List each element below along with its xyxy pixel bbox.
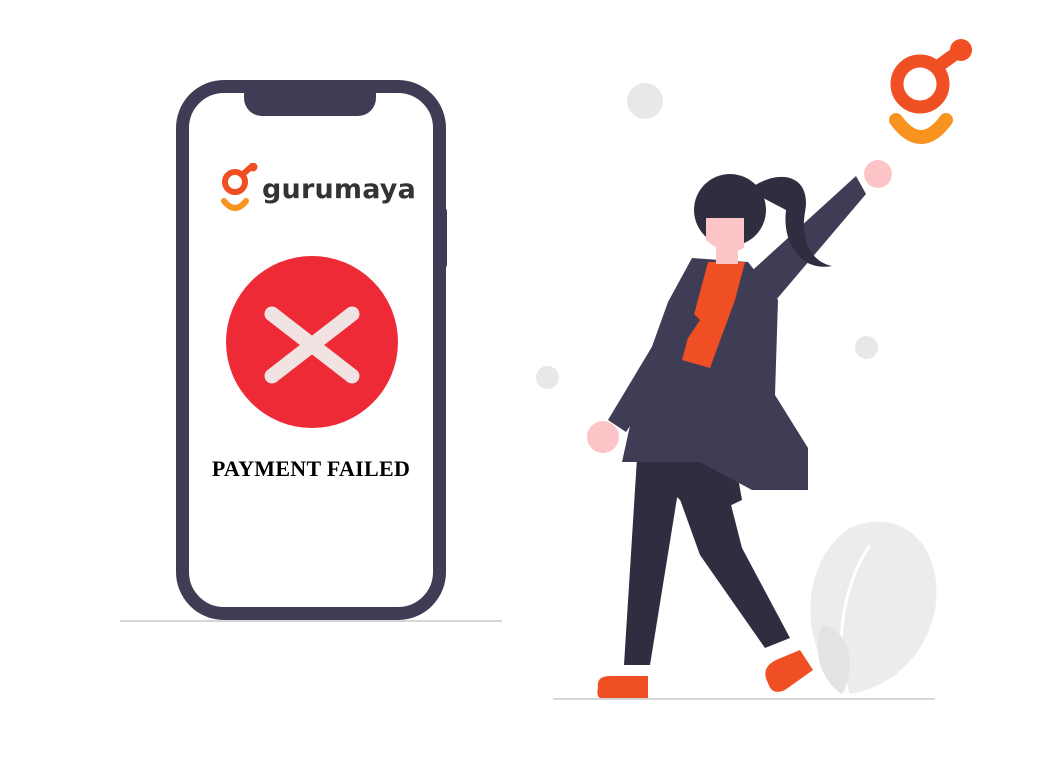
brand-mark-icon	[889, 39, 972, 144]
woman-illustration	[587, 39, 972, 698]
leaf-plant-icon	[810, 521, 937, 695]
payment-failed-screen: gurumaya PAYMENT FAILED	[0, 0, 1056, 781]
